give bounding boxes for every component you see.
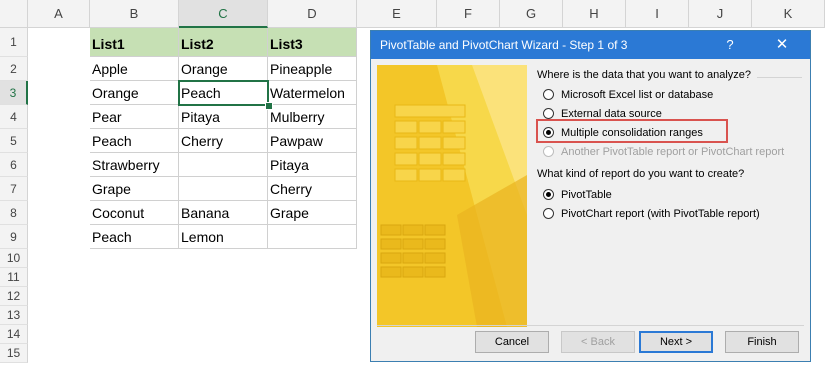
pivot-wizard-dialog: PivotTable and PivotChart Wizard - Step … <box>370 30 811 362</box>
cell-b9[interactable]: Peach <box>90 225 179 249</box>
row-header-2[interactable]: 2 <box>0 57 28 81</box>
dialog-title: PivotTable and PivotChart Wizard - Step … <box>380 38 628 52</box>
column-header-d[interactable]: D <box>268 0 357 28</box>
highlight-box <box>536 119 728 143</box>
column-header-c[interactable]: C <box>179 0 268 28</box>
data-source-question: Where is the data that you want to analy… <box>537 69 752 81</box>
cell-c5[interactable]: Cherry <box>179 129 268 153</box>
row-header-15[interactable]: 15 <box>0 344 28 363</box>
radio-pivottable[interactable]: PivotTable <box>543 187 612 203</box>
active-cell-border <box>178 80 269 106</box>
row-header-6[interactable]: 6 <box>0 153 28 177</box>
help-icon[interactable]: ? <box>720 31 740 59</box>
row-header-4[interactable]: 4 <box>0 105 28 129</box>
row-header-13[interactable]: 13 <box>0 306 28 325</box>
cell-c4[interactable]: Pitaya <box>179 105 268 129</box>
fill-handle[interactable] <box>265 102 273 110</box>
row-header-8[interactable]: 8 <box>0 201 28 225</box>
wizard-illustration <box>377 65 527 327</box>
select-all-corner[interactable] <box>0 0 28 28</box>
cell-b3[interactable]: Orange <box>90 81 179 105</box>
cell-d6[interactable]: Pitaya <box>268 153 357 177</box>
cell-b8[interactable]: Coconut <box>90 201 179 225</box>
column-header-g[interactable]: G <box>500 0 563 28</box>
cell-d3[interactable]: Watermelon <box>268 81 357 105</box>
footer-divider <box>377 325 804 326</box>
column-header-a[interactable]: A <box>28 0 90 28</box>
row-header-1[interactable]: 1 <box>0 28 28 57</box>
cell-c6[interactable] <box>179 153 268 177</box>
radio-excel-list[interactable]: Microsoft Excel list or database <box>543 87 713 103</box>
cell-c2[interactable]: Orange <box>179 57 268 81</box>
next-button[interactable]: Next > <box>639 331 713 353</box>
cancel-button[interactable]: Cancel <box>475 331 549 353</box>
column-header-b[interactable]: B <box>90 0 179 28</box>
radio-dot[interactable] <box>543 208 554 219</box>
radio-dot-disabled <box>543 146 554 157</box>
column-header-k[interactable]: K <box>752 0 825 28</box>
radio-dot[interactable] <box>543 108 554 119</box>
cell-b2[interactable]: Apple <box>90 57 179 81</box>
cell-d9[interactable] <box>268 225 357 249</box>
cell-d7[interactable]: Cherry <box>268 177 357 201</box>
radio-dot[interactable] <box>543 89 554 100</box>
cell-c7[interactable] <box>179 177 268 201</box>
cell-d8[interactable]: Grape <box>268 201 357 225</box>
cell-c8[interactable]: Banana <box>179 201 268 225</box>
divider <box>757 77 802 78</box>
cell-d4[interactable]: Mulberry <box>268 105 357 129</box>
row-header-12[interactable]: 12 <box>0 287 28 306</box>
cell-b6[interactable]: Strawberry <box>90 153 179 177</box>
radio-pivotchart[interactable]: PivotChart report (with PivotTable repor… <box>543 206 760 222</box>
cell-c9[interactable]: Lemon <box>179 225 268 249</box>
column-header-i[interactable]: I <box>626 0 689 28</box>
row-header-10[interactable]: 10 <box>0 249 28 268</box>
row-header-7[interactable]: 7 <box>0 177 28 201</box>
column-header-e[interactable]: E <box>357 0 437 28</box>
back-button: < Back <box>561 331 635 353</box>
cell-b4[interactable]: Pear <box>90 105 179 129</box>
cell-d1[interactable]: List3 <box>268 28 357 57</box>
finish-button[interactable]: Finish <box>725 331 799 353</box>
column-header-j[interactable]: J <box>689 0 752 28</box>
cell-b7[interactable]: Grape <box>90 177 179 201</box>
row-header-14[interactable]: 14 <box>0 325 28 344</box>
column-header-f[interactable]: F <box>437 0 500 28</box>
cell-b5[interactable]: Peach <box>90 129 179 153</box>
radio-another-pivot: Another PivotTable report or PivotChart … <box>543 144 784 160</box>
report-type-question: What kind of report do you want to creat… <box>537 168 745 180</box>
column-header-h[interactable]: H <box>563 0 626 28</box>
radio-dot-selected[interactable] <box>543 189 554 200</box>
dialog-titlebar[interactable]: PivotTable and PivotChart Wizard - Step … <box>371 31 810 59</box>
row-header-11[interactable]: 11 <box>0 268 28 287</box>
cell-b1[interactable]: List1 <box>90 28 179 57</box>
cell-c1[interactable]: List2 <box>179 28 268 57</box>
cell-d5[interactable]: Pawpaw <box>268 129 357 153</box>
row-header-9[interactable]: 9 <box>0 225 28 249</box>
row-header-3[interactable]: 3 <box>0 81 28 105</box>
row-header-5[interactable]: 5 <box>0 129 28 153</box>
cell-d2[interactable]: Pineapple <box>268 57 357 81</box>
close-icon[interactable]: ✕ <box>772 31 792 59</box>
